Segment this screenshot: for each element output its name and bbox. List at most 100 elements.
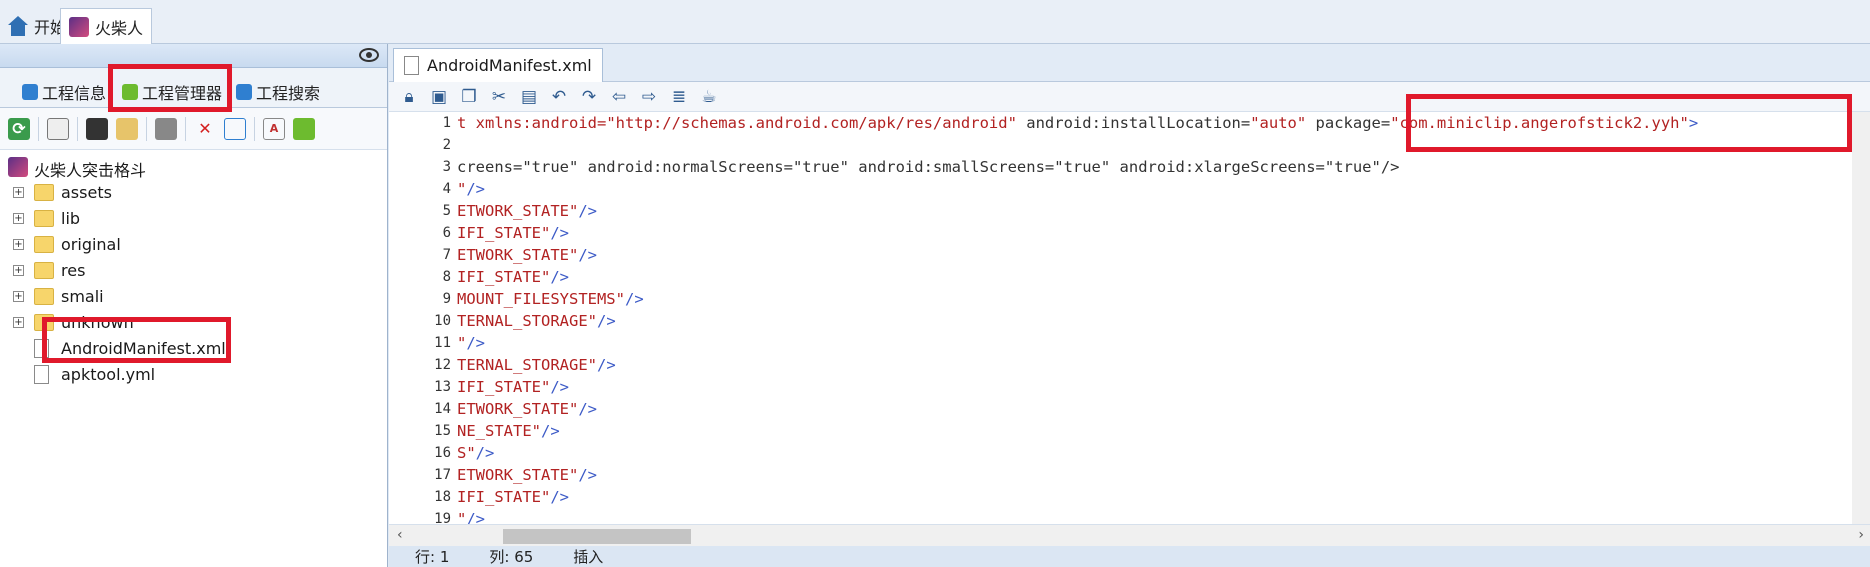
status-row: 行: 1	[415, 548, 450, 566]
code-line[interactable]: 17 ETWORK_STATE"/>	[389, 464, 1859, 486]
tree-item-label: lib	[61, 209, 81, 228]
code-token: />	[466, 510, 486, 524]
code-token: />	[550, 488, 569, 506]
folder-icon	[34, 288, 54, 305]
highlight-box-project-manager	[108, 64, 232, 112]
line-number: 10	[434, 313, 451, 329]
paste-icon[interactable]: ▤	[519, 87, 539, 107]
toolbar-divider	[77, 116, 78, 141]
scroll-right-icon[interactable]: ›	[1858, 527, 1864, 543]
cut-icon[interactable]: ✂	[489, 87, 509, 107]
expand-icon[interactable]: +	[13, 317, 24, 328]
code-token: />	[578, 246, 597, 264]
java-icon[interactable]: ☕︎	[699, 87, 719, 107]
line-number: 15	[434, 423, 451, 439]
status-bar: 行: 1 列: 65 插入	[389, 546, 1870, 567]
code-line[interactable]: 5 ETWORK_STATE"/>	[389, 200, 1859, 222]
eye-icon[interactable]	[359, 48, 379, 62]
line-number: 3	[442, 159, 451, 175]
scroll-left-icon[interactable]: ‹	[397, 527, 403, 543]
code-text: TERNAL_STORAGE"/>	[457, 310, 616, 332]
line-number: 19	[434, 511, 451, 524]
expand-icon[interactable]: +	[13, 291, 24, 302]
tree-item-res[interactable]: + res	[0, 258, 387, 284]
code-line[interactable]: 14 ETWORK_STATE"/>	[389, 398, 1859, 420]
code-token: />	[550, 378, 569, 396]
status-column: 列: 65	[489, 548, 534, 566]
code-line[interactable]: 12 TERNAL_STORAGE"/>	[389, 354, 1859, 376]
tree-item-original[interactable]: + original	[0, 232, 387, 258]
line-number: 13	[434, 379, 451, 395]
tab-project-info[interactable]: 工程信息	[22, 80, 106, 104]
code-token: />	[550, 224, 569, 242]
expand-icon[interactable]: +	[13, 213, 24, 224]
line-number: 14	[434, 401, 451, 417]
tree-item-label: assets	[61, 183, 112, 202]
code-line[interactable]: 15 NE_STATE"/>	[389, 420, 1859, 442]
line-number: 4	[442, 181, 451, 197]
status-mode: 插入	[573, 548, 604, 566]
code-line[interactable]: 11 "/>	[389, 332, 1859, 354]
expand-icon[interactable]: +	[13, 187, 24, 198]
vertical-scrollbar[interactable]	[1852, 112, 1870, 524]
save-icon[interactable]: ▣	[429, 87, 449, 107]
highlight-box-package	[1406, 94, 1852, 152]
code-token: ETWORK_STATE"	[457, 466, 579, 484]
pages-icon[interactable]	[155, 117, 177, 140]
code-text: MOUNT_FILESYSTEMS"/>	[457, 288, 644, 310]
import-icon[interactable]	[47, 117, 69, 140]
tab-project[interactable]: 火柴人	[60, 8, 153, 44]
code-line[interactable]: 9 MOUNT_FILESYSTEMS"/>	[389, 288, 1859, 310]
tab-androidmanifest[interactable]: AndroidManifest.xml	[393, 48, 603, 82]
tree-item-smali[interactable]: + smali	[0, 284, 387, 310]
rename-icon[interactable]	[224, 117, 246, 140]
code-line[interactable]: 10 TERNAL_STORAGE"/>	[389, 310, 1859, 332]
code-line[interactable]: 16 S"/>	[389, 442, 1859, 464]
code-text: ETWORK_STATE"/>	[457, 200, 597, 222]
lock-icon[interactable]: 🔒︎	[399, 87, 419, 107]
wrap-icon[interactable]: ≣	[669, 87, 689, 107]
tree-item-assets[interactable]: + assets	[0, 180, 387, 206]
scroll-thumb[interactable]	[503, 529, 691, 544]
code-line[interactable]: 3 creens="true" android:normalScreens="tr…	[389, 156, 1859, 178]
tab-project-search[interactable]: 工程搜索	[236, 80, 320, 104]
code-line[interactable]: 6 IFI_STATE"/>	[389, 222, 1859, 244]
forward-icon[interactable]: ⇨	[639, 87, 659, 107]
code-text: IFI_STATE"/>	[457, 376, 569, 398]
code-token: S"	[457, 444, 476, 462]
tree-root[interactable]: 火柴人突击格斗	[0, 154, 387, 180]
code-line[interactable]: 18 IFI_STATE"/>	[389, 486, 1859, 508]
code-token: />	[596, 312, 616, 330]
code-line[interactable]: 13 IFI_STATE"/>	[389, 376, 1859, 398]
redo-icon[interactable]: ↷	[579, 87, 599, 107]
code-text: IFI_STATE"/>	[457, 266, 569, 288]
code-token: IFI_STATE"	[457, 268, 551, 286]
code-line[interactable]: 4 "/>	[389, 178, 1859, 200]
find-folder-icon[interactable]	[116, 117, 138, 140]
panel-toolbar: ⟳ ✕ A	[0, 108, 387, 150]
code-token: />	[466, 180, 486, 198]
code-token: android:installLocation=	[1016, 114, 1251, 132]
folder-icon	[34, 236, 54, 253]
code-line[interactable]: 19 "/>	[389, 508, 1859, 524]
delete-icon[interactable]: ✕	[194, 118, 216, 140]
refresh-icon[interactable]: ⟳	[8, 117, 30, 140]
tree-item-lib[interactable]: + lib	[0, 206, 387, 232]
line-number: 5	[442, 203, 451, 219]
expand-icon[interactable]: +	[13, 265, 24, 276]
text-file-icon[interactable]: A	[263, 117, 285, 140]
expand-icon[interactable]: +	[13, 239, 24, 250]
code-editor[interactable]: 1 t xmlns:android="http://schemas.android…	[389, 112, 1870, 524]
code-line[interactable]: 8 IFI_STATE"/>	[389, 266, 1859, 288]
undo-icon[interactable]: ↶	[549, 87, 569, 107]
code-line[interactable]: 7 ETWORK_STATE"/>	[389, 244, 1859, 266]
code-token: "	[457, 180, 467, 198]
horizontal-scrollbar[interactable]: ‹ ›	[389, 524, 1870, 546]
tree-item-apktool[interactable]: apktool.yml	[0, 362, 387, 388]
back-icon[interactable]: ⇦	[609, 87, 629, 107]
code-token: />	[578, 466, 597, 484]
window-icon[interactable]	[86, 117, 108, 140]
copy-icon[interactable]: ❐	[459, 87, 479, 107]
tab-project-search-label: 工程搜索	[256, 84, 321, 103]
build-apk-icon[interactable]	[293, 117, 315, 140]
